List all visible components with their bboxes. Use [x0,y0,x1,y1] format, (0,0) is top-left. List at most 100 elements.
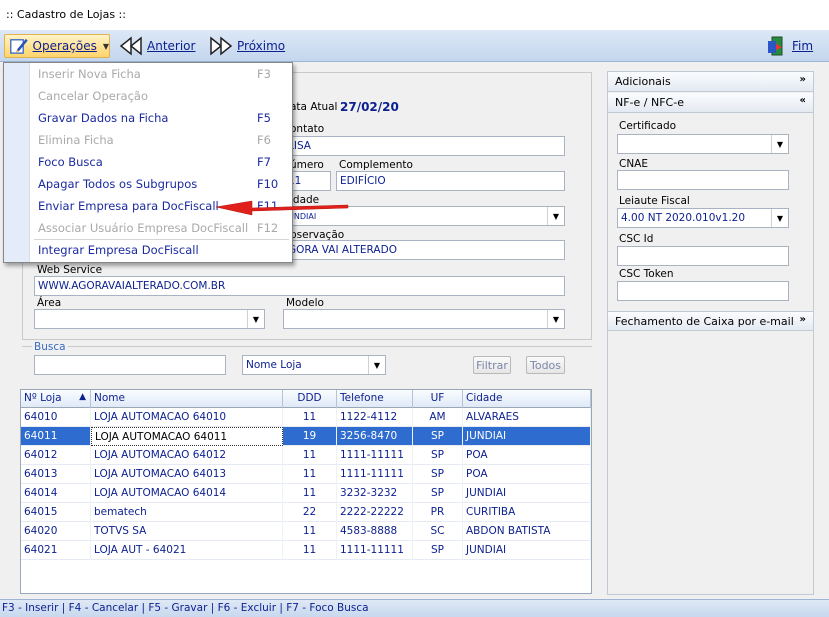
cell-uf: SP [413,446,463,465]
col-header-loja[interactable]: Nº Loja ▲ [21,390,91,408]
window-title: :: Cadastro de Lojas :: [0,0,829,30]
contato-label: ontato [290,123,325,135]
complemento-label: Complemento [339,159,413,171]
busca-field-select[interactable]: Nome Loja ▼ [242,355,386,375]
adicionais-header[interactable]: Adicionais » [608,72,813,92]
fechamento-header[interactable]: Fechamento de Caixa por e-mail » [608,311,813,331]
area-label: Área [37,297,62,309]
numero-label: úmero [290,159,324,171]
toolbar: Operações ▼ Anterior Próximo Fim [0,30,829,62]
menu-item[interactable]: Associar Usuário Empresa DocFiscall F12 [4,217,292,239]
busca-label: Busca [32,341,68,353]
cell-loja: 64015 [21,503,91,522]
chevron-down-icon[interactable]: ▼ [547,207,564,225]
col-header-telefone[interactable]: Telefone [337,390,413,408]
cell-loja: 64012 [21,446,91,465]
menu-item-shortcut: F3 [257,67,271,81]
adicionais-label: Adicionais [615,75,671,88]
cell-ddd: 19 [283,427,337,446]
cell-uf: SC [413,522,463,541]
fechamento-label: Fechamento de Caixa por e-mail [615,315,794,328]
exit-door-icon [768,36,783,56]
busca-input[interactable] [34,355,226,375]
csc-token-input[interactable] [617,281,789,301]
table-row[interactable]: 64014 LOJA AUTOMACAO 64014 11 3232-3232 SP JU… [21,484,591,503]
menu-item[interactable]: Elimina Ficha F6 [4,129,292,151]
cell-uf: PR [413,503,463,522]
cell-cidade: POA [463,465,591,484]
area-select[interactable]: ▼ [34,309,265,329]
nfe-header[interactable]: NF-e / NFC-e « [608,93,813,113]
menu-item[interactable]: Cancelar Operação [4,85,292,107]
menu-item[interactable]: Inserir Nova Ficha F3 [4,63,292,85]
menu-item-label: Associar Usuário Empresa DocFiscall [38,221,249,235]
cell-telefone: 1122-4112 [337,408,413,427]
cell-telefone: 2222-22222 [337,503,413,522]
chevron-down-icon[interactable]: ▼ [368,356,385,374]
fim-button[interactable]: Fim [766,34,813,58]
menu-item-label: Enviar Empresa para DocFiscall [38,199,219,213]
todos-button[interactable]: Todos [526,356,565,374]
filtrar-button[interactable]: Filtrar [473,356,511,374]
fast-forward-icon [210,36,233,56]
operacoes-label: Operações [32,39,97,53]
cell-ddd: 11 [283,541,337,560]
csc-id-input[interactable] [617,246,789,266]
cell-telefone: 3256-8470 [337,427,413,446]
table-row[interactable]: 64010 LOJA AUTOMACAO 64010 11 1122-4112 AM AL… [21,408,591,427]
chevron-down-icon[interactable]: ▼ [771,135,788,153]
red-arrow-annotation [215,200,349,216]
col-header-nome[interactable]: Nome [91,390,283,408]
table-row[interactable]: 64013 LOJA AUTOMACAO 64013 11 1111-11111 SP P… [21,465,591,484]
cell-telefone: 1111-11111 [337,465,413,484]
web-service-input[interactable]: WWW.AGORAVAIALTERADO.COM.BR [34,276,565,296]
chevron-down-icon[interactable]: ▼ [771,209,788,227]
complemento-input[interactable]: EDIFÍCIO [336,171,565,191]
cell-cidade: JUNDIAI [463,427,591,446]
col-header-uf[interactable]: UF [413,390,463,408]
cell-uf: SP [413,541,463,560]
csc-id-label: CSC Id [619,233,654,245]
operacoes-menu: Inserir Nova Ficha F3 Cancelar Operação Gra… [3,62,293,263]
cnae-input[interactable] [617,170,789,190]
double-chevron-up-icon: « [799,95,806,106]
table-row[interactable]: 64012 LOJA AUTOMACAO 64012 11 1111-11111 SP P… [21,446,591,465]
cell-cidade: ABDON BATISTA [463,522,591,541]
proximo-label: Próximo [237,39,286,53]
cell-telefone: 4583-8888 [337,522,413,541]
table-row[interactable]: 64015 bematech 22 2222-22222 PR CURITIBA [21,503,591,522]
col-header-cidade[interactable]: Cidade [463,390,591,408]
anterior-label: Anterior [147,39,196,53]
double-chevron-down-icon: » [799,314,806,325]
table-row[interactable]: 64011 LOJA AUTOMACAO 64011 19 3256-8470 SP JU… [21,427,591,446]
cell-telefone: 3232-3232 [337,484,413,503]
cell-cidade: JUNDIAI [463,541,591,560]
menu-item[interactable]: Gravar Dados na Ficha F5 [4,107,292,129]
table-row[interactable]: 64021 LOJA AUT - 64021 11 1111-11111 SP JUNDI… [21,541,591,560]
modelo-label: Modelo [286,297,324,309]
rewind-icon [119,36,142,56]
cell-uf: SP [413,427,463,446]
table-row[interactable]: 64020 TOTVS SA 11 4583-8888 SC ABDON BATISTA [21,522,591,541]
chevron-down-icon[interactable]: ▼ [547,310,564,328]
nfe-label: NF-e / NFC-e [615,96,684,109]
main-window: :: Cadastro de Lojas :: Operações ▼ Ante… [0,0,829,617]
anterior-button[interactable]: Anterior [118,34,195,58]
contato-input[interactable]: LISA [284,136,565,156]
chevron-down-icon: ▼ [102,41,109,51]
proximo-button[interactable]: Próximo [208,34,285,58]
leiaute-select[interactable]: 4.00 NT 2020.010v1.20 ▼ [617,208,789,228]
cell-nome: bematech [91,503,283,522]
certificado-select[interactable]: ▼ [617,134,789,154]
menu-item[interactable]: Apagar Todos os Subgrupos F10 [4,173,292,195]
menu-item[interactable]: Foco Busca F7 [4,151,292,173]
col-header-ddd[interactable]: DDD [283,390,337,408]
menu-item[interactable]: Integrar Empresa DocFiscall [4,239,292,261]
cell-telefone: 1111-11111 [337,446,413,465]
chevron-down-icon[interactable]: ▼ [247,310,264,328]
operacoes-button[interactable]: Operações ▼ [4,34,110,58]
menu-item-shortcut: F5 [257,111,271,125]
cell-ddd: 11 [283,484,337,503]
observacao-input[interactable]: GORA VAI ALTERADO [284,240,565,260]
modelo-select[interactable]: ▼ [283,309,565,329]
